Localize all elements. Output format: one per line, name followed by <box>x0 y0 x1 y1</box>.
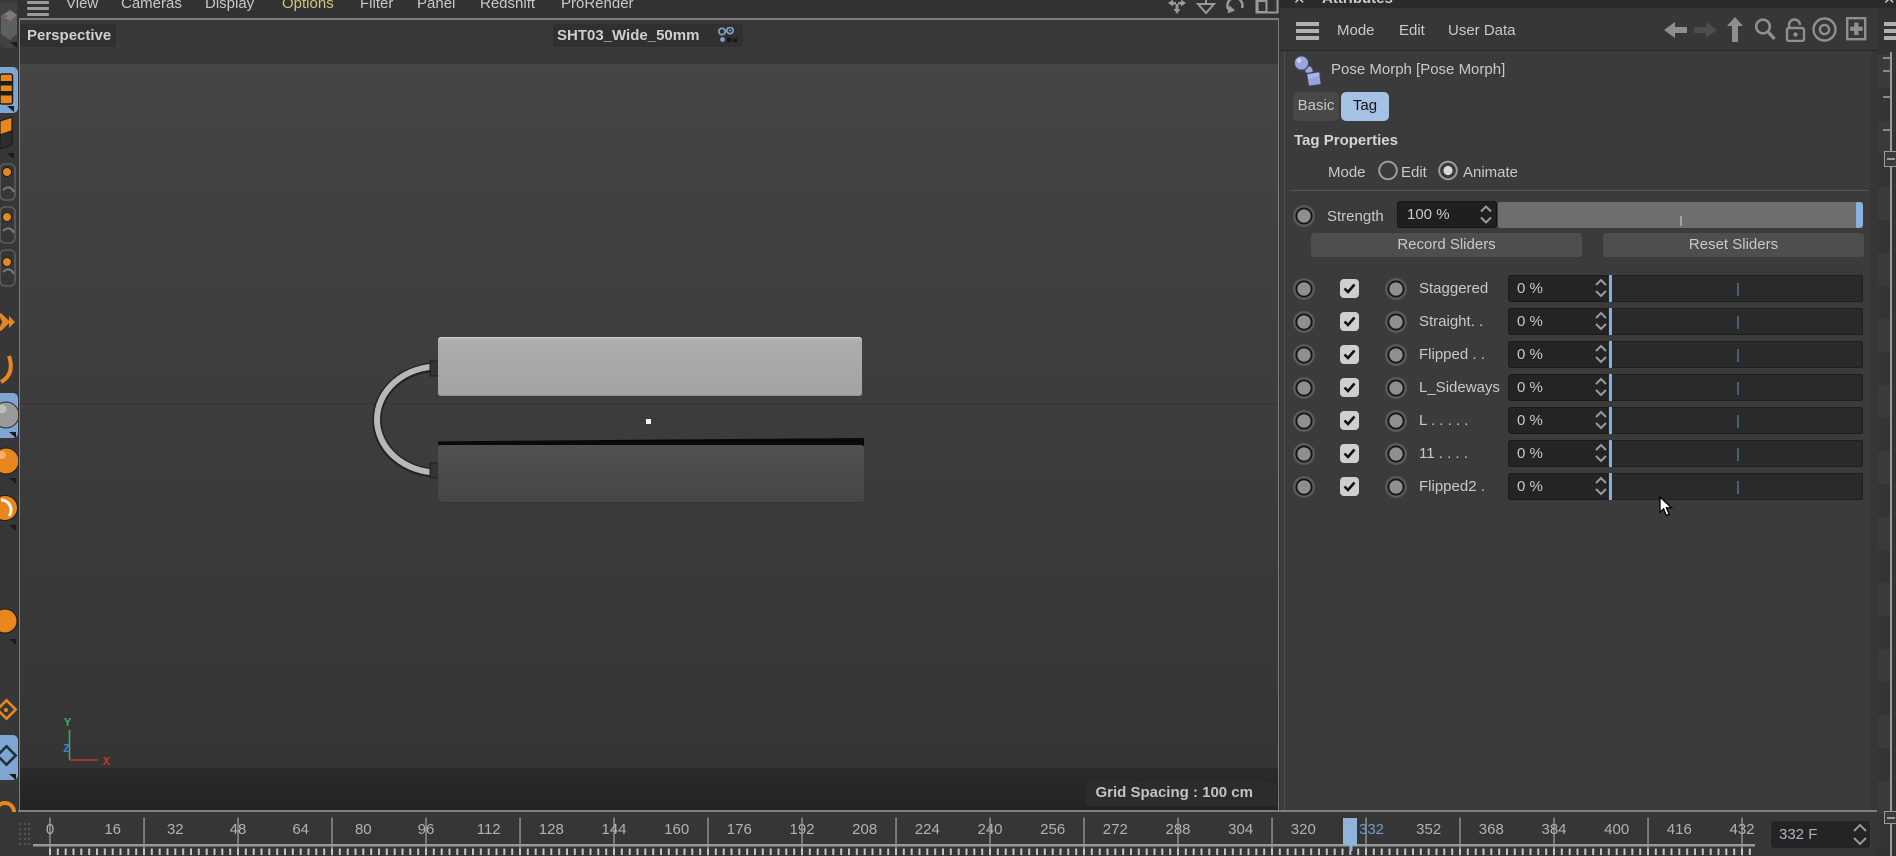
svg-text:288: 288 <box>1165 821 1190 838</box>
svg-text:224: 224 <box>915 821 940 838</box>
svg-text:332: 332 <box>1359 821 1384 838</box>
svg-text:96: 96 <box>418 821 435 838</box>
svg-text:192: 192 <box>789 821 814 838</box>
svg-text:304: 304 <box>1228 821 1253 838</box>
svg-text:Z: Z <box>63 742 70 756</box>
svg-text:400: 400 <box>1604 821 1629 838</box>
svg-text:X: X <box>103 755 111 769</box>
svg-text:352: 352 <box>1416 821 1441 838</box>
svg-text:208: 208 <box>852 821 877 838</box>
svg-text:32: 32 <box>167 821 184 838</box>
svg-text:80: 80 <box>355 821 372 838</box>
svg-text:256: 256 <box>1040 821 1065 838</box>
svg-text:112: 112 <box>477 821 501 838</box>
svg-text:272: 272 <box>1103 821 1128 838</box>
svg-text:48: 48 <box>230 821 247 838</box>
svg-text:0: 0 <box>46 821 54 838</box>
svg-text:176: 176 <box>727 821 752 838</box>
svg-text:64: 64 <box>292 821 309 838</box>
svg-text:144: 144 <box>601 821 626 838</box>
svg-text:320: 320 <box>1291 821 1316 838</box>
svg-text:416: 416 <box>1667 821 1692 838</box>
svg-text:240: 240 <box>977 821 1002 838</box>
svg-text:128: 128 <box>539 821 564 838</box>
svg-text:160: 160 <box>664 821 689 838</box>
svg-text:384: 384 <box>1541 821 1566 838</box>
svg-text:368: 368 <box>1479 821 1504 838</box>
svg-text:432: 432 <box>1729 821 1754 838</box>
svg-text:Y: Y <box>64 716 72 730</box>
svg-text:16: 16 <box>104 821 121 838</box>
